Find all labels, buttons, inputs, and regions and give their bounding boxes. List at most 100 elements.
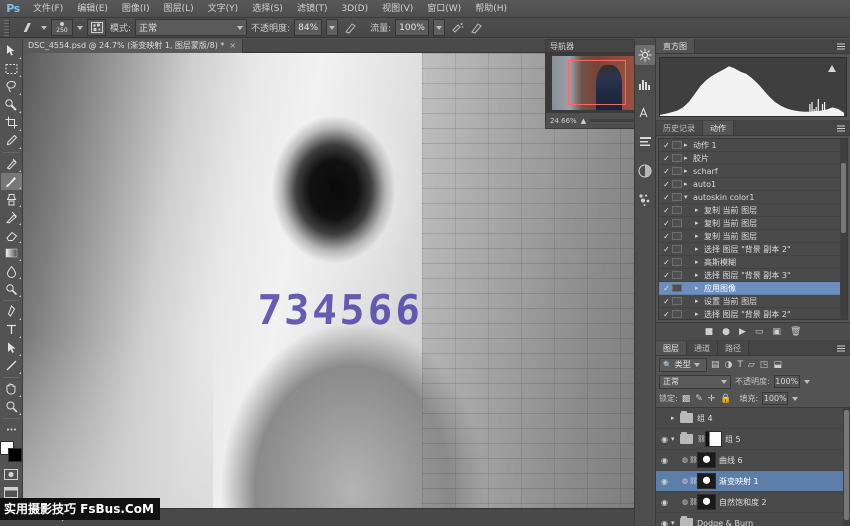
filter-pixel-icon[interactable]: ▤ xyxy=(711,360,720,370)
action-enabled-checkmark-icon[interactable]: ✓ xyxy=(661,271,672,280)
action-enabled-checkmark-icon[interactable]: ✓ xyxy=(661,232,672,241)
rail-paragraph-button[interactable] xyxy=(635,132,655,152)
tool-pen[interactable] xyxy=(1,303,22,321)
action-enabled-checkmark-icon[interactable]: ✓ xyxy=(661,141,672,150)
layer-visibility-eye-icon[interactable]: ◉ xyxy=(658,477,671,486)
action-row[interactable]: ✓▸应用图像 xyxy=(659,282,847,295)
tool-shape[interactable] xyxy=(1,357,22,375)
action-enabled-checkmark-icon[interactable]: ✓ xyxy=(661,219,672,228)
action-dialog-toggle-icon[interactable] xyxy=(672,245,682,253)
layer-mask-link-icon[interactable]: ⛓ xyxy=(689,456,697,464)
blend-mode-select[interactable]: 正常 xyxy=(135,19,247,36)
layer-mask-thumbnail[interactable] xyxy=(697,494,716,510)
histogram-warning-icon[interactable] xyxy=(828,65,836,72)
actions-menu-icon[interactable] xyxy=(836,124,847,133)
rail-color-button[interactable] xyxy=(635,161,655,181)
action-dialog-toggle-icon[interactable] xyxy=(672,271,682,279)
rail-character-button[interactable] xyxy=(635,103,655,123)
layer-opacity-chevron-down-icon[interactable] xyxy=(804,380,810,384)
zoom-out-icon[interactable]: ▲ xyxy=(581,117,586,125)
menu-item-8[interactable]: 视图(V) xyxy=(375,0,420,18)
action-enabled-checkmark-icon[interactable]: ✓ xyxy=(661,310,672,319)
menu-item-3[interactable]: 图层(L) xyxy=(157,0,201,18)
layer-expand-chevron-icon[interactable]: ▾ xyxy=(671,519,680,526)
tool-marquee[interactable] xyxy=(1,60,22,78)
layer-expand-chevron-icon[interactable]: ▸ xyxy=(671,414,680,422)
pressure-size-toggle-button[interactable] xyxy=(469,20,485,36)
action-enabled-checkmark-icon[interactable]: ✓ xyxy=(661,154,672,163)
navigator-view-box[interactable] xyxy=(568,60,626,105)
action-dialog-toggle-icon[interactable] xyxy=(672,297,682,305)
layer-opacity-value[interactable]: 100% xyxy=(774,375,800,388)
tool-zoom[interactable] xyxy=(1,398,22,416)
tool-hand[interactable] xyxy=(1,380,22,398)
layer-mask-link-icon[interactable]: ⛓ xyxy=(697,435,705,443)
layer-visibility-eye-icon[interactable]: ◉ xyxy=(658,456,671,465)
action-row[interactable]: ✓▾autoskin color1 xyxy=(659,191,847,204)
layer-mask-link-icon[interactable]: ⛓ xyxy=(689,477,697,485)
menu-item-6[interactable]: 滤镜(T) xyxy=(290,0,335,18)
actions-list[interactable]: ✓▸动作 1✓▸胶片✓▸scharf✓▸auto1✓▾autoskin colo… xyxy=(658,138,848,320)
action-dialog-toggle-icon[interactable] xyxy=(672,154,682,162)
action-row[interactable]: ✓▸胶片 xyxy=(659,152,847,165)
layer-fill-value[interactable]: 100% xyxy=(762,392,788,405)
action-expand-chevron-icon[interactable]: ▸ xyxy=(695,206,704,214)
layer-visibility-eye-icon[interactable]: ◉ xyxy=(658,498,671,507)
tool-eraser[interactable] xyxy=(1,226,22,244)
action-expand-chevron-icon[interactable]: ▸ xyxy=(695,219,704,227)
menu-item-1[interactable]: 编辑(E) xyxy=(70,0,115,18)
filter-toggle-switch[interactable]: ⬓ xyxy=(773,360,782,370)
action-enabled-checkmark-icon[interactable]: ✓ xyxy=(661,206,672,215)
action-enabled-checkmark-icon[interactable]: ✓ xyxy=(661,297,672,306)
action-dialog-toggle-icon[interactable] xyxy=(672,284,682,292)
action-enabled-checkmark-icon[interactable]: ✓ xyxy=(661,258,672,267)
layer-expand-chevron-icon[interactable]: ▾ xyxy=(671,435,680,443)
actions-scroll-thumb[interactable] xyxy=(841,163,846,233)
menu-item-10[interactable]: 帮助(H) xyxy=(468,0,514,18)
tool-dodge[interactable] xyxy=(1,280,22,298)
rail-brush-settings-button[interactable] xyxy=(635,190,655,210)
tool-move[interactable] xyxy=(1,42,22,60)
action-row[interactable]: ✓▸选择 图层 "背景 副本 3" xyxy=(659,269,847,282)
close-icon[interactable]: × xyxy=(229,42,236,50)
action-expand-chevron-icon[interactable]: ▸ xyxy=(695,297,704,305)
flow-stepper[interactable] xyxy=(433,19,445,36)
options-grip[interactable] xyxy=(4,20,10,36)
filter-type-icon[interactable]: T xyxy=(737,360,743,370)
document-tab[interactable]: DSC_4554.psd @ 24.7% (渐变映射 1, 图层蒙版/8) * … xyxy=(23,39,243,53)
layers-tab-2[interactable]: 路径 xyxy=(718,341,749,355)
action-dialog-toggle-icon[interactable] xyxy=(672,310,682,318)
tool-type[interactable] xyxy=(1,321,22,339)
lock-transparency-icon[interactable]: ▩ xyxy=(682,394,691,404)
tab-actions[interactable]: 动作 xyxy=(703,121,734,135)
action-dialog-toggle-icon[interactable] xyxy=(672,232,682,240)
tool-gradient[interactable] xyxy=(1,244,22,262)
tool-lasso[interactable] xyxy=(1,78,22,96)
layer-blend-mode-select[interactable]: 正常 xyxy=(659,375,731,389)
action-row[interactable]: ✓▸复制 当前 图层 xyxy=(659,204,847,217)
action-row[interactable]: ✓▸复制 当前 图层 xyxy=(659,217,847,230)
new-set-icon[interactable]: ▭ xyxy=(755,327,764,337)
filter-shape-icon[interactable]: ▱ xyxy=(748,360,755,370)
menu-item-9[interactable]: 窗口(W) xyxy=(420,0,468,18)
rail-adjustments-button[interactable] xyxy=(635,45,655,65)
play-icon[interactable]: ▶ xyxy=(739,327,746,337)
layer-row[interactable]: ◉◍⛓曲线 6 xyxy=(656,450,850,471)
brush-preset-chevron-down-icon[interactable] xyxy=(41,26,47,30)
action-expand-chevron-icon[interactable]: ▸ xyxy=(684,154,693,162)
brush-size-field[interactable]: 250 xyxy=(51,19,73,36)
action-row[interactable]: ✓▸复制 当前 图层 xyxy=(659,230,847,243)
action-enabled-checkmark-icon[interactable]: ✓ xyxy=(661,180,672,189)
menu-item-0[interactable]: 文件(F) xyxy=(26,0,70,18)
background-color-swatch[interactable] xyxy=(8,448,22,462)
airbrush-toggle-button[interactable] xyxy=(449,20,465,36)
delete-icon[interactable]: 🗑 xyxy=(790,327,801,337)
action-expand-chevron-icon[interactable]: ▸ xyxy=(684,141,693,149)
tool-edit-toolbar[interactable] xyxy=(1,421,22,439)
layers-menu-icon[interactable] xyxy=(836,344,847,353)
layer-mask-thumbnail[interactable] xyxy=(697,473,716,489)
menu-item-5[interactable]: 选择(S) xyxy=(245,0,290,18)
lock-image-icon[interactable]: ✎ xyxy=(695,394,703,404)
filter-adjustment-icon[interactable]: ◑ xyxy=(725,360,733,370)
action-row[interactable]: ✓▸auto1 xyxy=(659,178,847,191)
